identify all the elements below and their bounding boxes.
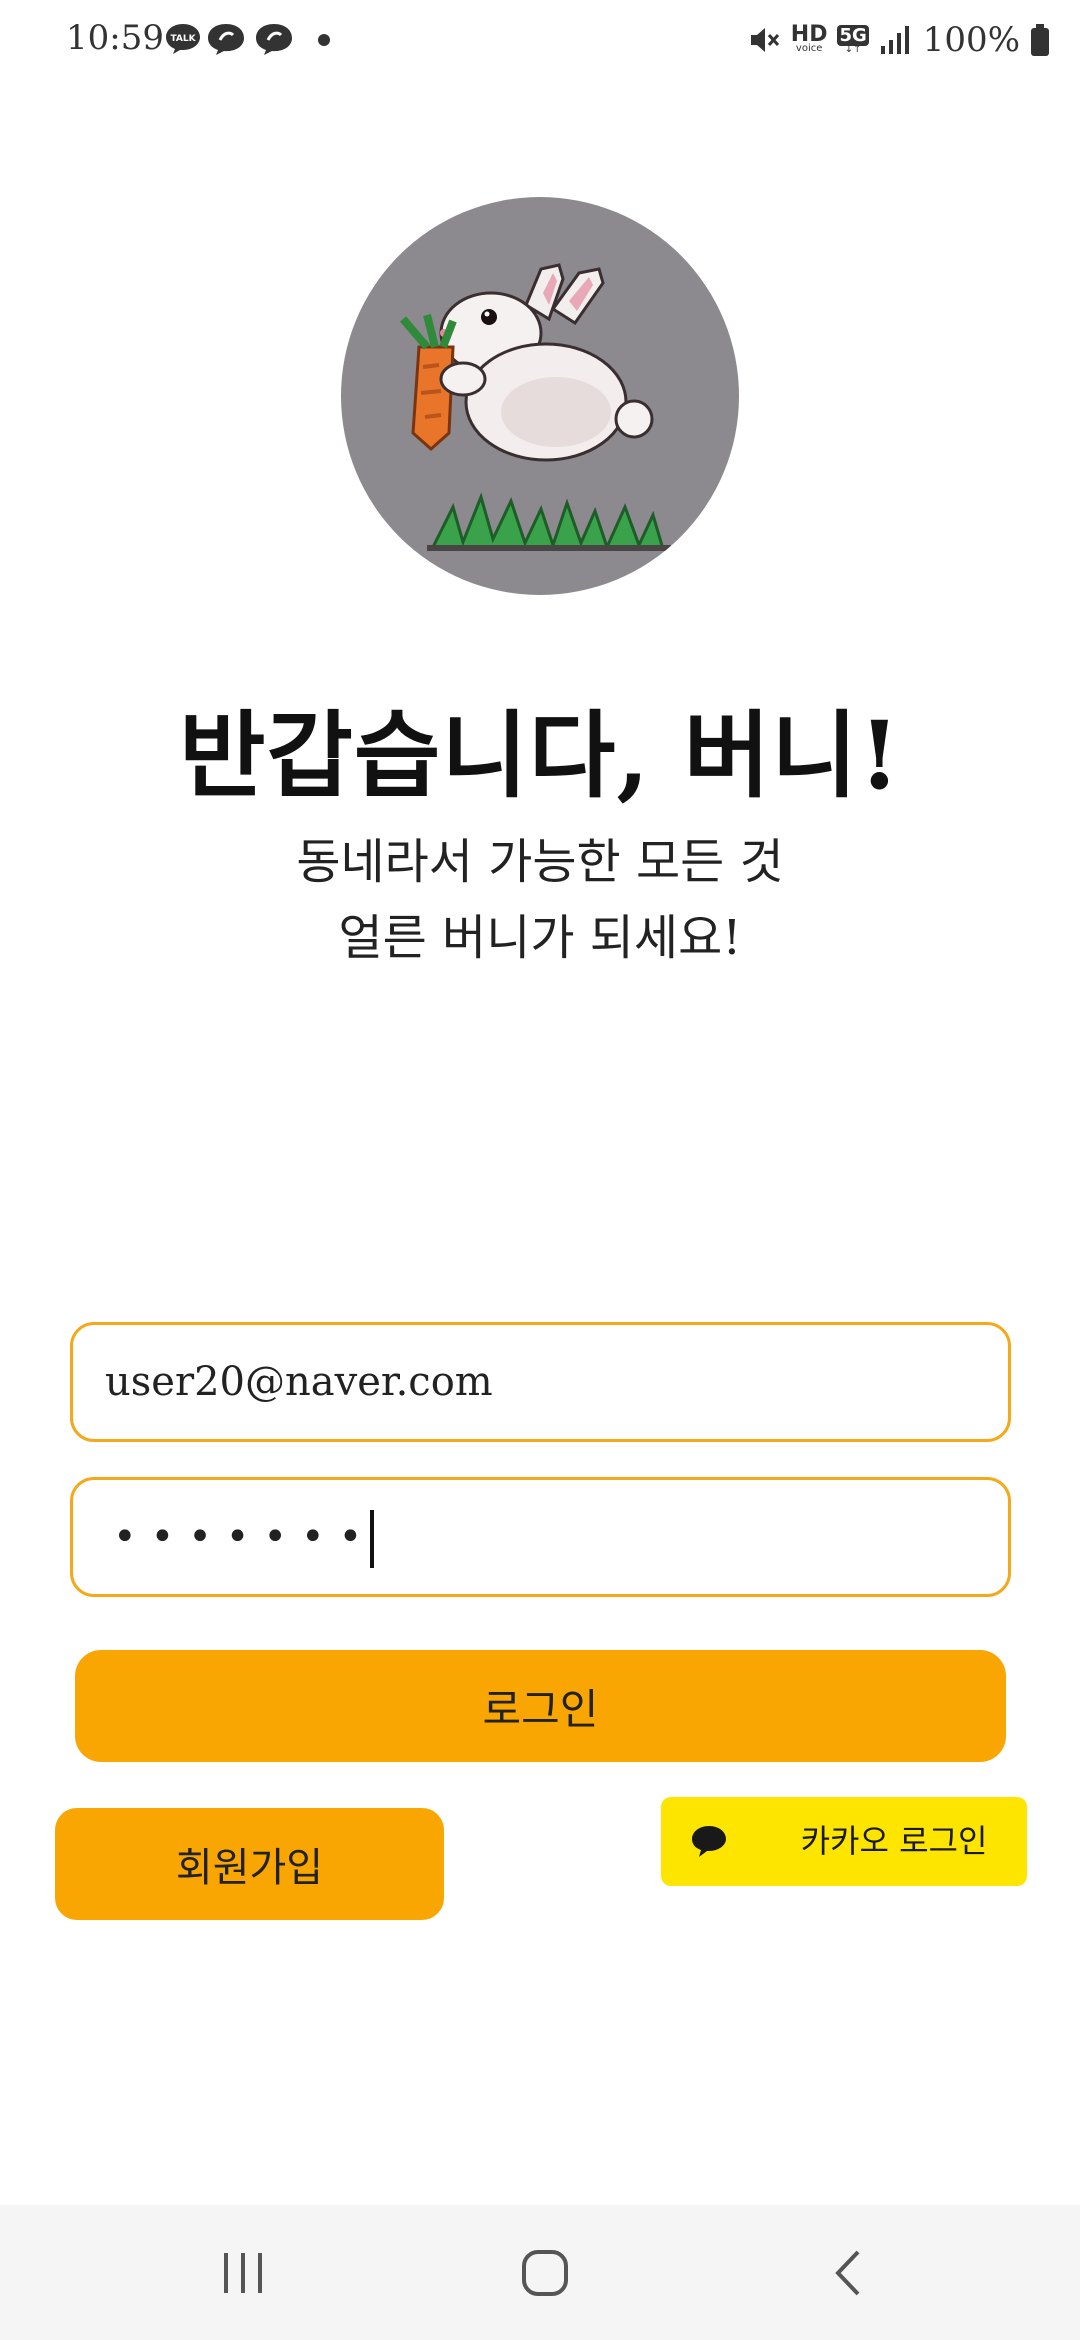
- password-value: •••••••: [113, 1480, 376, 1594]
- home-button[interactable]: [470, 2205, 620, 2340]
- recent-apps-button[interactable]: [168, 2205, 318, 2340]
- signup-button[interactable]: 회원가입: [55, 1808, 444, 1920]
- back-icon: [835, 2250, 860, 2295]
- hd-voice-indicator: HD voice: [790, 22, 828, 54]
- chat-icon: [256, 24, 292, 55]
- status-right: HD voice 5G ↓↑ 100%: [747, 18, 1050, 62]
- speech-bubble-icon: [692, 1826, 726, 1857]
- email-value: user20@naver.com: [105, 1359, 493, 1405]
- status-time: 10:59: [66, 18, 164, 58]
- text-caret: [370, 1510, 375, 1568]
- welcome-title: 반갑습니다, 버니!: [178, 701, 902, 811]
- signal-icon: [880, 26, 909, 54]
- recent-apps-icon: [224, 2252, 262, 2293]
- login-button[interactable]: 로그인: [75, 1650, 1006, 1762]
- status-bar: 10:59 TALK HD voice 5G ↓↑ 100%: [0, 0, 1080, 80]
- battery-icon: [1031, 24, 1049, 56]
- chat-icon: [208, 24, 244, 55]
- mute-icon: [750, 28, 779, 52]
- back-button[interactable]: [773, 2205, 923, 2340]
- password-field[interactable]: •••••••: [70, 1477, 1011, 1597]
- bunny-avatar: [341, 197, 739, 595]
- navigation-bar: [0, 2205, 1080, 2340]
- svg-text:TALK: TALK: [170, 34, 196, 44]
- home-icon: [522, 2249, 568, 2296]
- email-field[interactable]: user20@naver.com: [70, 1322, 1011, 1442]
- kakao-login-label: 카카오 로그인: [800, 1822, 988, 1860]
- welcome-subtitle-line1: 동네라서 가능한 모든 것: [296, 834, 784, 890]
- talk-icon: TALK: [166, 24, 200, 54]
- kakao-login-button[interactable]: 카카오 로그인: [661, 1797, 1027, 1886]
- bunny-illustration: [399, 263, 671, 552]
- battery-percent: 100%: [922, 20, 1020, 60]
- network-5g-indicator: 5G ↓↑: [837, 24, 869, 55]
- welcome-subtitle-line2: 얼른 버니가 되세요!: [338, 910, 742, 966]
- notification-dot-icon: [318, 34, 330, 46]
